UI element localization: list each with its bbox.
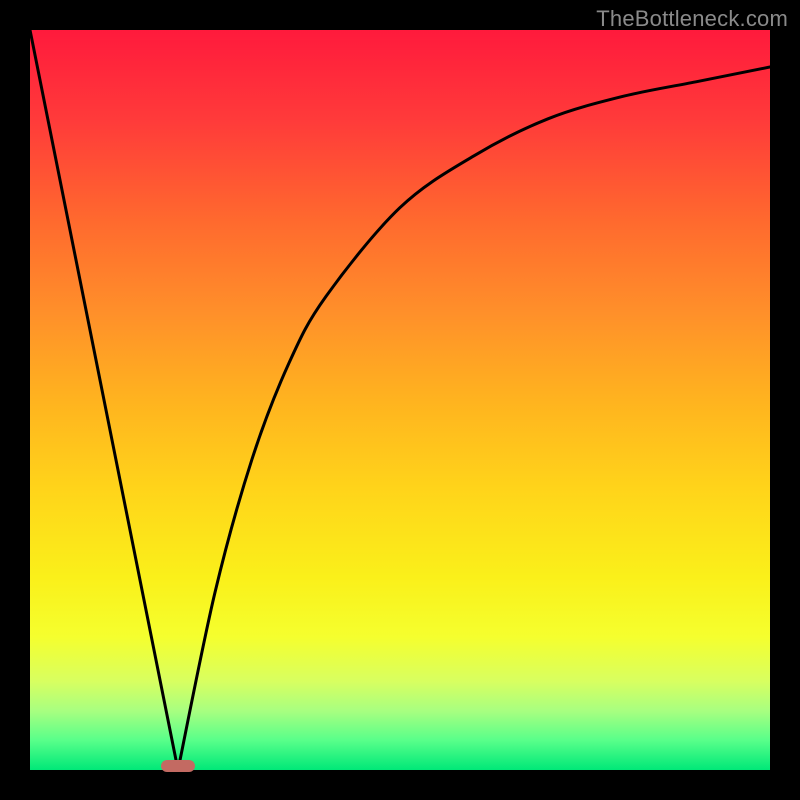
right-branch-path <box>178 67 770 770</box>
watermark-text: TheBottleneck.com <box>596 6 788 32</box>
bottleneck-marker <box>161 760 195 772</box>
left-branch-path <box>30 30 178 770</box>
chart-curves <box>30 30 770 770</box>
